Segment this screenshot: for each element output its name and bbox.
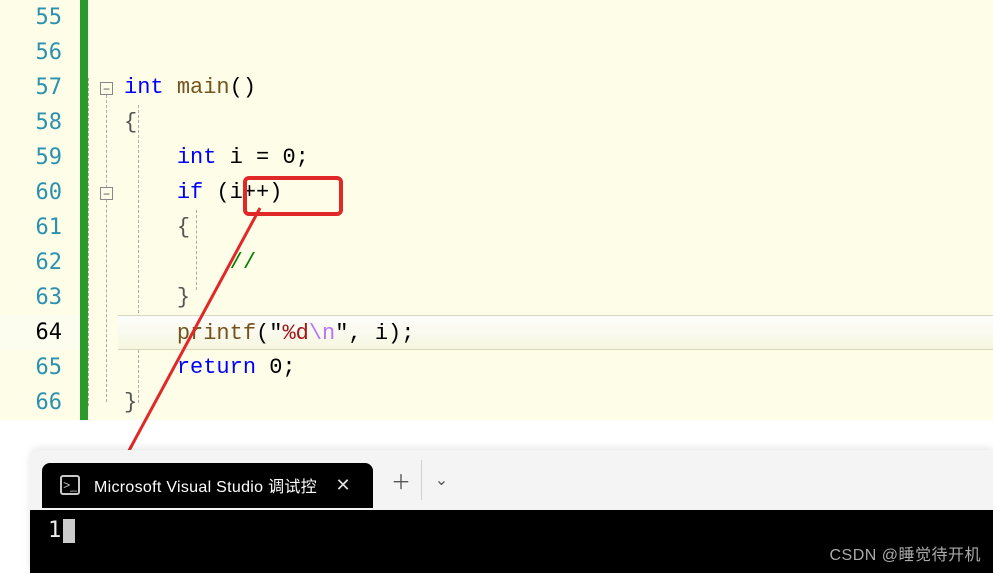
- close-icon[interactable]: ✕: [331, 473, 355, 497]
- code-line[interactable]: return 0;: [118, 350, 993, 385]
- watermark: CSDN @睡觉待开机: [829, 541, 981, 565]
- terminal-output: 1: [48, 518, 61, 543]
- code-line[interactable]: [118, 35, 993, 70]
- terminal-tab-active[interactable]: >_ Microsoft Visual Studio 调试控 ✕: [42, 463, 373, 508]
- line-number: 59: [0, 140, 80, 175]
- annotation-highlight: [243, 176, 343, 216]
- code-line[interactable]: [118, 0, 993, 35]
- terminal-tab-bar: >_ Microsoft Visual Studio 调试控 ✕ ＋ ⌄: [30, 450, 993, 510]
- code-line[interactable]: }: [118, 385, 993, 420]
- line-number: 65: [0, 350, 80, 385]
- code-editor: 55 56 57 58 59 60 61 62 63 64 65 66 − − …: [0, 0, 993, 420]
- code-area[interactable]: int main() { int i = 0; if (i++) { // } …: [118, 0, 993, 420]
- tab-dropdown-button[interactable]: ⌄: [421, 460, 461, 500]
- code-line[interactable]: {: [118, 105, 993, 140]
- code-line[interactable]: int main(): [118, 70, 993, 105]
- line-number: 61: [0, 210, 80, 245]
- line-number: 57: [0, 70, 80, 105]
- line-number: 58: [0, 105, 80, 140]
- line-number: 62: [0, 245, 80, 280]
- fold-toggle[interactable]: −: [100, 187, 113, 200]
- line-gutter: 55 56 57 58 59 60 61 62 63 64 65 66: [0, 0, 80, 420]
- terminal-body[interactable]: 1 CSDN @睡觉待开机: [30, 510, 993, 573]
- code-line[interactable]: int i = 0;: [118, 140, 993, 175]
- line-number: 63: [0, 280, 80, 315]
- line-number: 66: [0, 385, 80, 420]
- code-line-current[interactable]: printf("%d\n", i);: [118, 315, 993, 350]
- terminal-tab-title: Microsoft Visual Studio 调试控: [94, 473, 317, 497]
- terminal-icon: >_: [60, 475, 80, 495]
- code-line[interactable]: }: [118, 280, 993, 315]
- line-number: 55: [0, 0, 80, 35]
- code-line[interactable]: //: [118, 245, 993, 280]
- new-tab-button[interactable]: ＋: [381, 460, 421, 500]
- line-number: 60: [0, 175, 80, 210]
- terminal-window: >_ Microsoft Visual Studio 调试控 ✕ ＋ ⌄ 1 C…: [30, 450, 993, 573]
- line-number: 56: [0, 35, 80, 70]
- terminal-cursor: [63, 519, 75, 543]
- fold-column: − −: [98, 0, 118, 420]
- change-margin: [80, 0, 98, 420]
- line-number-current: 64: [0, 315, 80, 350]
- fold-toggle[interactable]: −: [100, 82, 113, 95]
